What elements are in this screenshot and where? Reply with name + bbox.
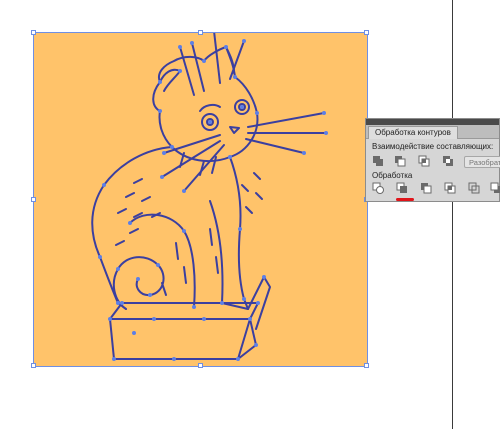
fur-stroke [175, 242, 179, 260]
merge-button[interactable] [420, 182, 433, 194]
divide-button[interactable] [372, 182, 385, 194]
intersect-icon [418, 155, 430, 167]
selected-artwork[interactable] [31, 30, 369, 368]
fur-stroke [161, 282, 167, 296]
document-canvas[interactable] [0, 0, 500, 429]
cat-left-ear [159, 68, 181, 92]
minus-front-icon [395, 156, 406, 167]
pathfinder-panel: Обработка контуров Взаимодействие состав… [365, 118, 500, 202]
fur-stroke [117, 208, 127, 214]
exclude-button[interactable] [442, 155, 455, 167]
shape-modes-label: Взаимодействие составляющих: [372, 142, 494, 151]
artboard-edge [452, 0, 453, 429]
trim-button[interactable] [396, 182, 409, 194]
unite-icon [373, 156, 383, 166]
outline-button[interactable] [468, 182, 481, 194]
selection-handle-br[interactable] [364, 363, 369, 368]
whisker-brow [179, 46, 195, 96]
crop-icon [444, 182, 456, 194]
selection-handle-tr[interactable] [364, 30, 369, 35]
whisker [163, 134, 221, 154]
anchor-points [98, 39, 328, 361]
fur-stroke [133, 178, 143, 184]
fur-stroke [253, 172, 261, 180]
cat-brow [199, 103, 221, 112]
fur-stroke [209, 228, 213, 246]
merge-icon [421, 183, 432, 194]
trim-icon [396, 182, 407, 193]
minus-back-button[interactable] [490, 182, 500, 194]
selection-handle-ml[interactable] [31, 197, 36, 202]
tab-pathfinder[interactable]: Обработка контуров [368, 126, 458, 139]
minus-front-button[interactable] [394, 155, 407, 167]
box-front [109, 318, 251, 360]
cat-hind-leg [129, 213, 196, 308]
fur-stroke [115, 240, 125, 246]
cat-front-leg [209, 200, 224, 304]
fur-stroke [129, 228, 139, 234]
cat-nose [229, 126, 240, 134]
fur-stroke [255, 192, 263, 200]
panel-tab-bar: Обработка контуров [366, 125, 499, 139]
selection-handle-tc[interactable] [198, 30, 203, 35]
highlight-underline [396, 198, 414, 201]
cat-body-outline [91, 146, 173, 310]
intersect-button[interactable] [418, 155, 431, 167]
fur-stroke [241, 184, 249, 192]
fur-stroke [141, 196, 151, 202]
fur-stroke [125, 192, 135, 198]
cat-illustration [91, 33, 328, 361]
crop-button[interactable] [444, 182, 457, 194]
minus-back-icon [490, 182, 500, 193]
cat-chest-outline [229, 156, 249, 310]
divide-icon [372, 182, 384, 194]
selection-handle-bc[interactable] [198, 363, 203, 368]
outline-icon [468, 182, 480, 194]
fur-stroke [183, 266, 187, 284]
expand-button[interactable]: Разобрать [464, 156, 500, 168]
unite-button[interactable] [372, 155, 385, 167]
exclude-icon [443, 156, 453, 166]
whisker [247, 112, 325, 128]
selection-handle-tl[interactable] [31, 30, 36, 35]
whisker [245, 138, 305, 154]
fur-stroke [215, 256, 219, 274]
selection-handle-bl[interactable] [31, 363, 36, 368]
whisker-brow [213, 33, 221, 84]
whisker-brow [191, 42, 205, 92]
fur-stroke [245, 206, 253, 214]
pathfinders-label: Обработка [372, 171, 413, 180]
